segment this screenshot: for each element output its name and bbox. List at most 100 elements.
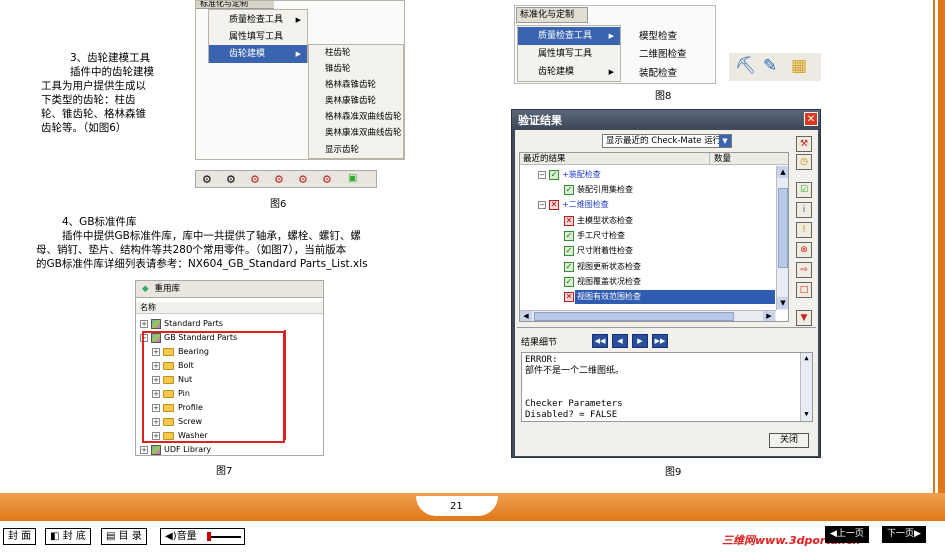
scroll-left-icon[interactable]: ◀ [520,311,532,321]
expand-icon[interactable]: + [140,319,148,328]
col-header-result[interactable]: 最近的结果 [520,153,710,165]
info-icon[interactable]: i [796,202,812,218]
next-result-icon[interactable]: ▶ [632,334,648,348]
cover-button[interactable]: 封 面 [3,528,37,545]
expand-icon[interactable]: + [140,445,148,454]
submenu-spur-gear[interactable]: 柱齿轮 [309,45,403,62]
gear-icon[interactable]: ⚙ [202,173,212,186]
menu-item-quality[interactable]: 质量检查工具 ▶ [209,11,307,29]
chevron-down-icon[interactable]: ▼ [719,135,731,147]
pass-filter-icon[interactable]: ☑ [796,182,812,198]
volume-button[interactable]: ◀)音量 [160,528,245,545]
clear-icon[interactable]: □ [796,282,812,298]
last-result-icon[interactable]: ▶▶ [652,334,668,348]
scroll-up-icon[interactable]: ▲ [801,353,812,364]
tree-row-view-update-check[interactable]: ✓ 视图更新状态检查 [564,260,641,274]
details-textarea[interactable]: ERROR: 部件不是一个二维图纸。 Checker Parameters Di… [521,352,813,422]
fig7-column-header[interactable]: 名称 [136,302,323,314]
menu-item-attributes[interactable]: 属性填写工具 [209,28,307,46]
rerun-icon[interactable]: ⚒ [796,136,812,152]
speaker-icon: ◀) [165,531,177,542]
scroll-right-icon[interactable]: ▶ [763,311,775,321]
submenu-drawing-check[interactable]: 二维图检查 [623,46,715,63]
col-header-count[interactable]: 数量 [710,153,788,165]
error-icon[interactable]: ⊗ [796,242,812,258]
warning-icon[interactable]: ! [796,222,812,238]
submenu-oerlikon-hypoid[interactable]: 奥林康准双曲线齿轮 [309,125,403,142]
pin-icon[interactable]: ▼ [796,310,812,326]
details-line-5: Checker Parameters [525,399,623,409]
submenu-model-check[interactable]: 模型检查 [623,28,715,45]
close-button[interactable]: 关闭 [769,433,809,448]
tree-row-master-model-check[interactable]: ✕ 主模型状态检查 [564,214,633,228]
menu-item-gear[interactable]: 齿轮建模 ▶ [209,45,307,63]
submenu-display-gear[interactable]: 显示齿轮 [309,142,403,159]
prev-result-icon[interactable]: ◀ [612,334,628,348]
tree-row-dim-association-check[interactable]: ✓ 尺寸附着性检查 [564,244,633,258]
menu-item-quality[interactable]: 质量检查工具 ▶ [518,27,620,45]
tree-row-assembly-check[interactable]: − ✓ +装配检查 [538,168,601,182]
fig8-menubar[interactable]: 标准化与定制 [516,7,588,23]
first-result-icon[interactable]: ◀◀ [592,334,608,348]
contents-button[interactable]: ▤ 目 录 [101,528,147,545]
section3-line-6: 齿轮等。（如图6） [41,122,127,134]
menu-item-attributes[interactable]: 属性填写工具 [518,45,620,63]
gear-icon[interactable]: ⚙ [250,173,260,186]
gear-icon[interactable]: ⚙ [274,173,284,186]
fig6-menubar[interactable]: 标准化与定制 [196,1,274,9]
dialog-title-bar[interactable]: 验证结果 ✕ [512,110,820,128]
run-select[interactable]: 显示最近的 Check-Mate 运行 ▼ [602,134,732,148]
fig8-submenu: 模型检查 二维图检查 装配检查 [623,26,715,84]
details-vscrollbar[interactable]: ▲ ▼ [800,353,812,421]
tree-row-standard-parts[interactable]: + Standard Parts [140,317,223,331]
details-line-1: ERROR: [525,355,558,365]
section4-line-1: 插件中提供GB标准件库，库中一共提供了轴承，螺栓、螺钉、螺 [62,230,361,242]
fig6-caption: 图6 [270,199,287,210]
display-gear-icon[interactable]: ▣ [348,173,357,184]
tree-hscrollbar[interactable]: ◀ ▶ [520,310,776,321]
tree-row-drawing-check[interactable]: − ✕ +二维图检查 [538,198,609,212]
back-cover-button[interactable]: ◧ 封 底 [45,528,91,545]
check-pass-icon: ✓ [564,184,574,195]
arrow-right-icon: ▶ [295,50,301,58]
submenu-oerlikon-bevel[interactable]: 奥林康锥齿轮 [309,93,403,110]
menu-item-gear[interactable]: 齿轮建模 ▶ [518,63,620,81]
fig7-caption: 图7 [216,466,233,477]
submenu-gleason-hypoid[interactable]: 格林森准双曲线齿轮 [309,109,403,126]
tree-row-view-overlap-check[interactable]: ✓ 视图覆盖状况检查 [564,275,641,289]
scroll-up-icon[interactable]: ▲ [777,166,788,178]
submenu-gleason-bevel[interactable]: 格林森锥齿轮 [309,77,403,94]
tree-row-view-bounds-check[interactable]: ✕ 视图有效范围检查 [564,290,641,304]
gear-icon[interactable]: ⚙ [226,173,236,186]
tree-row-manual-dim-check[interactable]: ✓ 手工尺寸检查 [564,229,625,243]
tree-row-refset-check[interactable]: ✓ 装配引用集检查 [564,183,633,197]
export-icon[interactable]: ⇨ [796,262,812,278]
tree-vscrollbar[interactable]: ▲ ▼ [776,166,788,310]
section3-line-1: 3、齿轮建模工具 [70,52,151,64]
submenu-bevel-gear[interactable]: 锥齿轮 [309,61,403,78]
fig7-header: ◆ 重用库 [136,281,323,298]
scroll-down-icon[interactable]: ▼ [777,297,788,309]
collapse-icon[interactable]: − [538,170,546,179]
assembly-check-icon[interactable]: ▦ [791,56,807,76]
scroll-thumb[interactable] [778,188,788,268]
volume-slider-thumb[interactable] [207,532,211,541]
next-page-button[interactable]: 下一页▶ [882,526,926,543]
gear-icon[interactable]: ⚙ [322,173,332,186]
prev-page-button[interactable]: ◀上一页 [825,526,869,543]
volume-slider[interactable] [207,536,241,538]
submenu-assembly-check[interactable]: 装配检查 [623,65,715,82]
timer-icon[interactable]: ◷ [796,154,812,170]
highlight-box [142,331,285,443]
gear-icon[interactable]: ⚙ [298,173,308,186]
drawing-check-icon[interactable]: ✎ [763,56,777,76]
tree-row-udf-library[interactable]: + UDF Library [140,443,211,457]
scroll-thumb[interactable] [534,312,734,321]
model-check-icon[interactable]: ⛏ [735,56,757,76]
collapse-icon[interactable]: − [538,200,546,209]
arrow-right-icon: ▶ [295,16,301,24]
scroll-down-icon[interactable]: ▼ [801,409,812,420]
check-pass-icon: ✓ [549,169,559,180]
close-icon[interactable]: ✕ [804,112,818,126]
fig6-menu-screenshot: 标准化与定制 质量检查工具 ▶ 属性填写工具 齿轮建模 ▶ 柱齿轮 锥齿轮 格林森锥… [195,0,405,160]
